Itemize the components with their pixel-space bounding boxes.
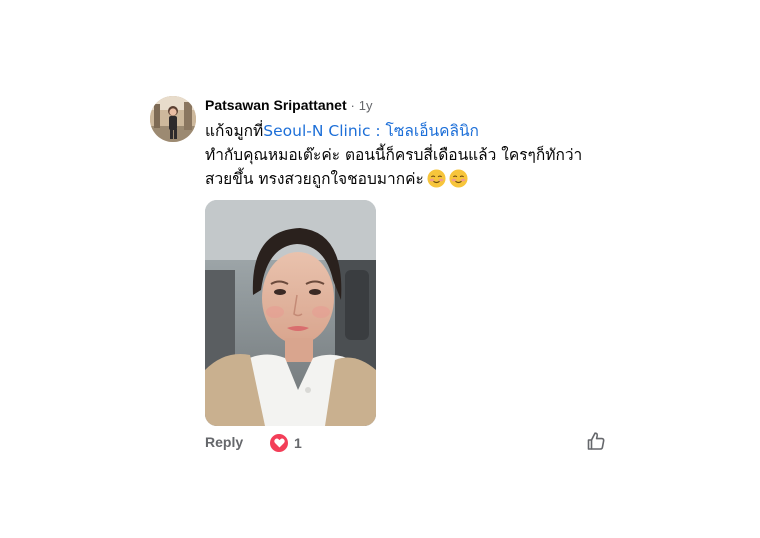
clinic-mention-link[interactable]: Seoul-N Clinic : โซลเอ็นคลินิก xyxy=(263,122,479,140)
attached-photo[interactable] xyxy=(205,200,376,426)
reaction-count: 1 xyxy=(294,435,302,451)
comment-text-line-2: ทำกับคุณหมอเต๊ะค่ะ ตอนนี้ก็ครบสี่เดือนแล… xyxy=(205,146,583,164)
comment-time[interactable]: 1y xyxy=(359,98,373,113)
comment-text-line-3-text: สวยขึ้น ทรงสวยถูกใจชอบมากค่ะ xyxy=(205,170,424,188)
comment-text: แก้จมูกที่Seoul-N Clinic : โซลเอ็นคลินิก… xyxy=(205,119,615,191)
reply-button[interactable]: Reply xyxy=(205,434,243,450)
comment-text-line-1: แก้จมูกที่Seoul-N Clinic : โซลเอ็นคลินิก xyxy=(205,119,615,143)
comment-actions: Reply 1 xyxy=(205,431,615,454)
heart-icon xyxy=(269,433,289,453)
smiling-face-icon xyxy=(427,169,446,188)
comment-body: Patsawan Sripattanet · 1y แก้จมูกที่Seou… xyxy=(205,96,615,454)
reaction-summary[interactable]: 1 xyxy=(269,433,302,453)
comment-text-prefix: แก้จมูกที่ xyxy=(205,122,264,140)
author-name[interactable]: Patsawan Sripattanet xyxy=(205,97,347,113)
separator-dot: · xyxy=(350,98,355,113)
avatar[interactable] xyxy=(150,96,196,142)
comment-header: Patsawan Sripattanet · 1y xyxy=(205,96,615,115)
smiling-face-icon xyxy=(449,169,468,188)
thumbs-up-icon[interactable] xyxy=(586,431,606,454)
comment-text-line-3: สวยขึ้น ทรงสวยถูกใจชอบมากค่ะ xyxy=(205,167,615,191)
